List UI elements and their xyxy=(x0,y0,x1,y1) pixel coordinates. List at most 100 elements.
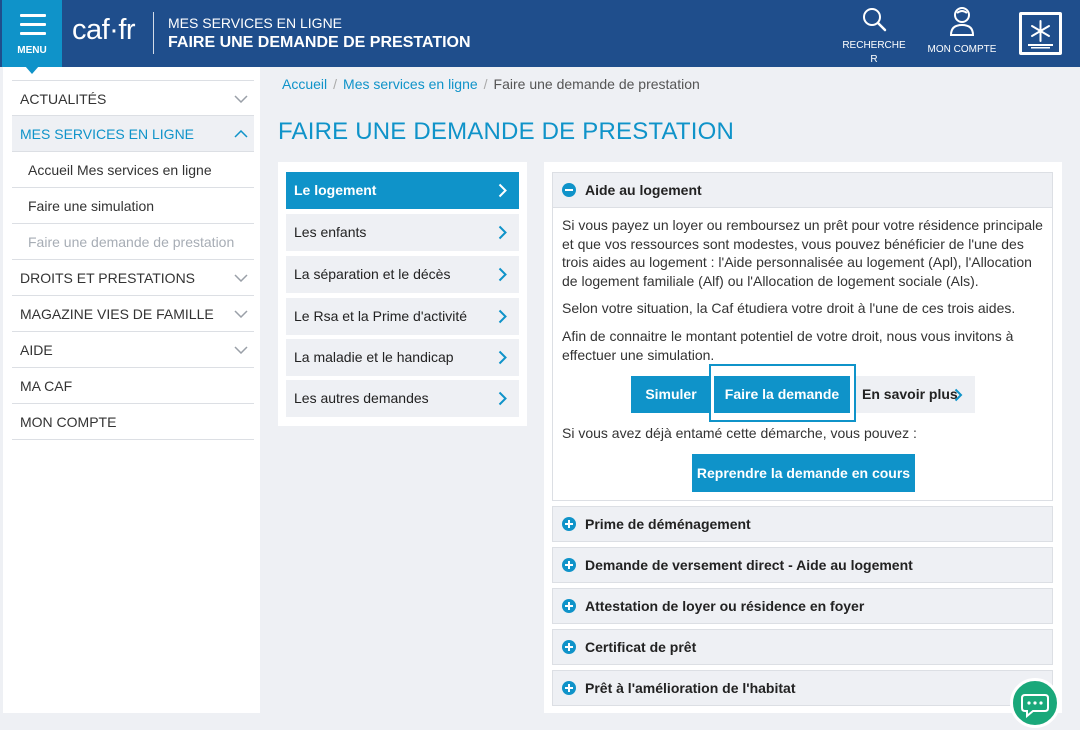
chevron-down-icon xyxy=(234,346,248,354)
category-maladie-handicap[interactable]: La maladie et le handicap xyxy=(286,339,519,376)
chevron-up-icon xyxy=(234,130,248,138)
accordion-title: Certificat de prêt xyxy=(585,639,697,655)
caf-logo[interactable]: caf·fr xyxy=(72,14,136,47)
accordion-header-aide-logement[interactable]: Aide au logement xyxy=(552,172,1053,208)
category-label: Les autres demandes xyxy=(294,390,429,406)
chevron-right-icon xyxy=(498,183,507,198)
plus-circle-icon xyxy=(562,558,576,572)
accordion-header-attestation-loyer[interactable]: Attestation de loyer ou résidence en foy… xyxy=(552,588,1053,624)
chat-button[interactable] xyxy=(1010,678,1060,728)
sidebar-item-label: Faire une simulation xyxy=(28,198,155,214)
simuler-button[interactable]: Simuler xyxy=(631,376,711,413)
accordion-header-versement-direct[interactable]: Demande de versement direct - Aide au lo… xyxy=(552,547,1053,583)
page-title: FAIRE UNE DEMANDE DE PRESTATION xyxy=(278,118,735,145)
account-button[interactable]: MON COMPTE xyxy=(926,6,998,55)
accordion-header-prime-demenagement[interactable]: Prime de déménagement xyxy=(552,506,1053,542)
search-label: RECHERCHE xyxy=(842,40,906,51)
sidebar-item-actualites[interactable]: ACTUALITÉS xyxy=(12,80,254,116)
accordion-title: Attestation de loyer ou résidence en foy… xyxy=(585,598,865,614)
chevron-right-icon xyxy=(498,267,507,282)
sidebar-subitem-simulation[interactable]: Faire une simulation xyxy=(12,188,254,224)
accordion-title: Aide au logement xyxy=(585,182,702,198)
header-subtitle: MES SERVICES EN LIGNE xyxy=(168,15,343,31)
category-label: Les enfants xyxy=(294,224,367,240)
category-panel: Le logement Les enfants La séparation et… xyxy=(278,162,527,426)
plus-circle-icon xyxy=(562,640,576,654)
snowflake-logo-icon xyxy=(1028,20,1053,49)
sidebar-item-label: MAGAZINE VIES DE FAMILLE xyxy=(20,306,214,322)
sidebar-item-label: ACTUALITÉS xyxy=(20,91,107,107)
accordion-paragraph: Selon votre situation, la Caf étudiera v… xyxy=(562,300,1016,316)
chevron-right-icon xyxy=(498,350,507,365)
plus-circle-icon xyxy=(562,681,576,695)
header-title: FAIRE UNE DEMANDE DE PRESTATION xyxy=(168,34,471,51)
breadcrumb-home-link[interactable]: Accueil xyxy=(282,76,327,92)
sidebar-item-mon-compte[interactable]: MON COMPTE xyxy=(12,404,254,440)
chevron-right-icon xyxy=(498,391,507,406)
chevron-down-icon xyxy=(234,95,248,103)
search-button[interactable]: RECHERCHE R xyxy=(842,6,906,65)
sidebar-subitem-demande[interactable]: Faire une demande de prestation xyxy=(12,224,254,260)
breadcrumb-current: Faire une demande de prestation xyxy=(493,76,700,92)
sidebar-item-label: MES SERVICES EN LIGNE xyxy=(20,126,195,142)
sidebar-subitem-accueil[interactable]: Accueil Mes services en ligne xyxy=(12,152,254,188)
category-enfants[interactable]: Les enfants xyxy=(286,214,519,251)
chevron-right-icon xyxy=(498,225,507,240)
minus-circle-icon xyxy=(562,183,576,197)
account-label: MON COMPTE xyxy=(927,44,997,55)
accordion-paragraph: Si vous payez un loyer ou remboursez un … xyxy=(562,217,1043,289)
search-label-wrap: R xyxy=(870,54,878,65)
search-icon xyxy=(863,8,887,32)
accordion-title: Prêt à l'amélioration de l'habitat xyxy=(585,680,796,696)
breadcrumb-separator: / xyxy=(483,76,488,92)
logo-divider xyxy=(153,12,154,54)
site-header: MENU caf·fr MES SERVICES EN LIGNE FAIRE … xyxy=(0,0,1080,67)
menu-label: MENU xyxy=(17,45,47,56)
sidebar-item-label: AIDE xyxy=(20,342,53,358)
breadcrumb-section-link[interactable]: Mes services en ligne xyxy=(343,76,478,92)
hamburger-icon xyxy=(20,14,46,41)
category-label: La maladie et le handicap xyxy=(294,349,454,365)
sidebar-item-droits[interactable]: DROITS ET PRESTATIONS xyxy=(12,260,254,296)
sidebar-item-aide[interactable]: AIDE xyxy=(12,332,254,368)
allocations-familiales-logo[interactable] xyxy=(1019,12,1062,55)
accordion-header-certificat-pret[interactable]: Certificat de prêt xyxy=(552,629,1053,665)
chevron-right-icon xyxy=(498,309,507,324)
category-separation-deces[interactable]: La séparation et le décès xyxy=(286,256,519,293)
sidebar-item-label: DROITS ET PRESTATIONS xyxy=(20,270,196,286)
menu-caret xyxy=(25,66,39,74)
accordion-title: Prime de déménagement xyxy=(585,516,751,532)
plus-circle-icon xyxy=(562,517,576,531)
reprendre-demande-button[interactable]: Reprendre la demande en cours xyxy=(692,454,915,492)
chevron-right-icon xyxy=(954,388,963,402)
sidebar-item-ma-caf[interactable]: MA CAF xyxy=(12,368,254,404)
menu-button[interactable]: MENU xyxy=(2,0,62,67)
category-autres-demandes[interactable]: Les autres demandes xyxy=(286,380,519,417)
plus-circle-icon xyxy=(562,599,576,613)
chevron-down-icon xyxy=(234,310,248,318)
sidebar-item-mes-services[interactable]: MES SERVICES EN LIGNE xyxy=(12,116,254,152)
sidebar-menu: ACTUALITÉS MES SERVICES EN LIGNE Accueil… xyxy=(12,80,254,440)
sidebar-item-label: MON COMPTE xyxy=(20,414,117,430)
sidebar-item-label: Accueil Mes services en ligne xyxy=(28,162,212,178)
breadcrumb: Accueil / Mes services en ligne / Faire une … xyxy=(282,76,700,92)
chat-icon xyxy=(1021,694,1049,719)
user-icon xyxy=(949,7,975,36)
accordion-header-pret-amelioration[interactable]: Prêt à l'amélioration de l'habitat xyxy=(552,670,1053,706)
category-label: Le logement xyxy=(294,182,377,198)
chevron-down-icon xyxy=(234,274,248,282)
accordion-title: Demande de versement direct - Aide au lo… xyxy=(585,557,913,573)
faire-la-demande-button[interactable]: Faire la demande xyxy=(714,376,850,413)
sidebar-item-magazine[interactable]: MAGAZINE VIES DE FAMILLE xyxy=(12,296,254,332)
category-rsa-prime[interactable]: Le Rsa et la Prime d'activité xyxy=(286,298,519,335)
accordion-paragraph: Afin de connaitre le montant potentiel d… xyxy=(562,328,1014,363)
resume-text: Si vous avez déjà entamé cette démarche,… xyxy=(562,425,917,441)
category-logement[interactable]: Le logement xyxy=(286,172,519,209)
sidebar: ACTUALITÉS MES SERVICES EN LIGNE Accueil… xyxy=(3,67,260,713)
category-label: Le Rsa et la Prime d'activité xyxy=(294,308,468,324)
en-savoir-plus-button[interactable]: En savoir plus xyxy=(856,376,975,413)
en-savoir-plus-label: En savoir plus xyxy=(862,386,958,402)
breadcrumb-separator: / xyxy=(333,76,338,92)
sidebar-item-label: Faire une demande de prestation xyxy=(28,234,235,250)
category-label: La séparation et le décès xyxy=(294,266,451,282)
